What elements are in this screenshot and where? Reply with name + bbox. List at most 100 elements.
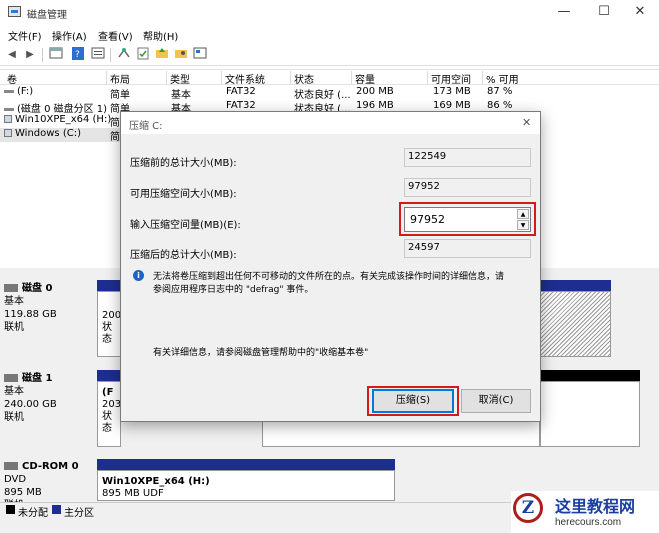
legend-unallocated: 未分配 (18, 508, 48, 519)
shrink-amount-label: 输入压缩空间量(MB)(E): (130, 220, 241, 231)
menu-view[interactable]: 查看(V) (98, 28, 133, 43)
volume-layout: 简单 (110, 90, 130, 101)
column-header-filesystem[interactable]: 文件系统 (221, 71, 290, 86)
watermark: Z 这里教程网 herecours.com (511, 491, 659, 533)
dialog-titlebar: 压缩 C: ✕ (121, 112, 540, 134)
folder-key-icon[interactable] (173, 47, 189, 62)
toolbar: ◀ ▶ ? (0, 44, 659, 66)
spin-up-icon[interactable]: ▲ (517, 209, 529, 219)
volume-filesystem: FAT32 (226, 100, 256, 111)
disk-name: 磁盘 0 (22, 283, 53, 294)
available-shrink-value: 97952 (404, 178, 531, 197)
cdrom-icon (4, 462, 18, 470)
disk-icon (4, 284, 18, 292)
volume-capacity: 196 MB (356, 100, 394, 111)
info-message: 无法将卷压缩到超出任何不可移动的文件所在的点。有关完成该操作时间的详细信息，请 … (153, 271, 538, 297)
volume-percent-free: 87 % (487, 86, 513, 97)
volume-table-header: 卷 布局 类型 文件系统 状态 容量 可用空间 % 可用 (0, 69, 659, 86)
table-row-selected[interactable]: Windows (C:) 简 (0, 128, 120, 143)
primary-swatch (52, 505, 61, 514)
volume-percent-free: 86 % (487, 100, 513, 111)
connect-icon[interactable] (116, 47, 132, 62)
help-text: 有关详细信息，请参阅磁盘管理帮助中的"收缩基本卷" (153, 348, 369, 358)
toolbar-divider (110, 48, 111, 62)
partition-label: (F (102, 387, 114, 398)
drive-icon (4, 129, 12, 137)
view-icon[interactable] (192, 47, 208, 62)
volume-name: Windows (C:) (15, 128, 81, 139)
folder-up-icon[interactable] (154, 47, 170, 62)
checklist-icon[interactable] (135, 47, 151, 62)
dialog-title: 压缩 C: (129, 121, 163, 132)
partition-box[interactable]: 200 状态 (97, 291, 121, 357)
menu-file[interactable]: 文件(F) (8, 28, 42, 43)
disk-size: 119.88 GB (4, 309, 57, 320)
shrink-dialog: 压缩 C: ✕ 压缩前的总计大小(MB): 122549 可用压缩空间大小(MB… (120, 111, 541, 422)
volume-layout: 简 (110, 132, 120, 143)
available-shrink-label: 可用压缩空间大小(MB): (130, 189, 237, 200)
maximize-button[interactable]: ☐ (588, 2, 620, 22)
partition-box[interactable]: (F 203 状态 (97, 381, 121, 447)
partition-size: 203 (102, 399, 121, 410)
svg-text:?: ? (75, 50, 80, 60)
menu-bar: 文件(F) 操作(A) 查看(V) 帮助(H) (0, 24, 659, 44)
total-size-before-label: 压缩前的总计大小(MB): (130, 158, 237, 169)
partition-selected-hatched[interactable] (540, 291, 611, 357)
legend-primary: 主分区 (64, 508, 94, 519)
disk-status: 联机 (4, 412, 24, 423)
column-header-volume[interactable]: 卷 (4, 71, 104, 86)
column-header-type[interactable]: 类型 (166, 71, 220, 86)
disk-1-label[interactable]: 磁盘 1 基本 240.00 GB 联机 (4, 372, 94, 432)
disk-size: 895 MB (4, 487, 42, 498)
help-icon[interactable]: ? (70, 47, 86, 62)
close-button[interactable]: ✕ (624, 2, 656, 22)
volume-layout: 简 (110, 118, 120, 129)
partition-status: 状态 (102, 322, 112, 345)
minimize-button[interactable]: — (548, 2, 580, 22)
volume-free-space: 173 MB (433, 86, 471, 97)
shrink-amount-stepper[interactable]: 97952 ▲ ▼ (404, 207, 531, 232)
spin-down-icon[interactable]: ▼ (517, 220, 529, 230)
total-size-after-value: 24597 (404, 239, 531, 258)
back-icon[interactable]: ◀ (4, 47, 20, 62)
volume-type: 基本 (171, 90, 191, 101)
disk-management-icon (8, 6, 21, 17)
properties-icon[interactable] (90, 47, 106, 62)
menu-action[interactable]: 操作(A) (52, 28, 87, 43)
dialog-close-button[interactable]: ✕ (522, 116, 531, 129)
partition-box[interactable] (262, 421, 540, 447)
info-icon: i (133, 270, 144, 281)
forward-icon[interactable]: ▶ (22, 47, 38, 62)
disk-name: 磁盘 1 (22, 373, 53, 384)
total-size-after-label: 压缩后的总计大小(MB): (130, 250, 237, 261)
unallocated-bar (540, 370, 640, 381)
legend-bar: 未分配 主分区 (0, 502, 511, 519)
disk-icon (4, 374, 18, 382)
console-tree-icon[interactable] (48, 47, 64, 62)
cdrom-0-label[interactable]: CD-ROM 0 DVD 895 MB 联机 (4, 460, 94, 511)
shrink-button[interactable]: 压缩(S) (372, 389, 454, 413)
column-header-layout[interactable]: 布局 (106, 71, 166, 86)
cdrom-partition-box[interactable]: Win10XPE_x64 (H:) 895 MB UDF (97, 470, 395, 501)
shrink-amount-input[interactable]: 97952 (410, 213, 445, 226)
partition-title: Win10XPE_x64 (H:) (102, 476, 210, 487)
partition-bar (97, 370, 121, 381)
watermark-logo: Z (513, 493, 543, 523)
cancel-button[interactable]: 取消(C) (461, 389, 531, 413)
menu-help[interactable]: 帮助(H) (143, 28, 178, 43)
total-size-before-value: 122549 (404, 148, 531, 167)
column-header-free-space[interactable]: 可用空间 (427, 71, 482, 86)
column-header-capacity[interactable]: 容量 (351, 71, 427, 86)
table-row[interactable]: (F:) 简单 基本 FAT32 状态良好 (... 200 MB 173 MB… (0, 86, 659, 101)
volume-name: (F:) (17, 86, 34, 97)
column-header-percent-free[interactable]: % 可用 (482, 71, 542, 86)
volume-name: Win10XPE_x64 (H:) (15, 114, 112, 125)
disk-0-label[interactable]: 磁盘 0 基本 119.88 GB 联机 (4, 282, 94, 342)
volume-free-space: 169 MB (433, 100, 471, 111)
window-titlebar: 磁盘管理 — ☐ ✕ (0, 0, 659, 24)
column-header-status[interactable]: 状态 (290, 71, 351, 86)
volume-status: 状态良好 (... (294, 90, 351, 101)
drive-icon (4, 115, 12, 123)
unallocated-box[interactable] (540, 381, 640, 447)
volume-capacity: 200 MB (356, 86, 394, 97)
